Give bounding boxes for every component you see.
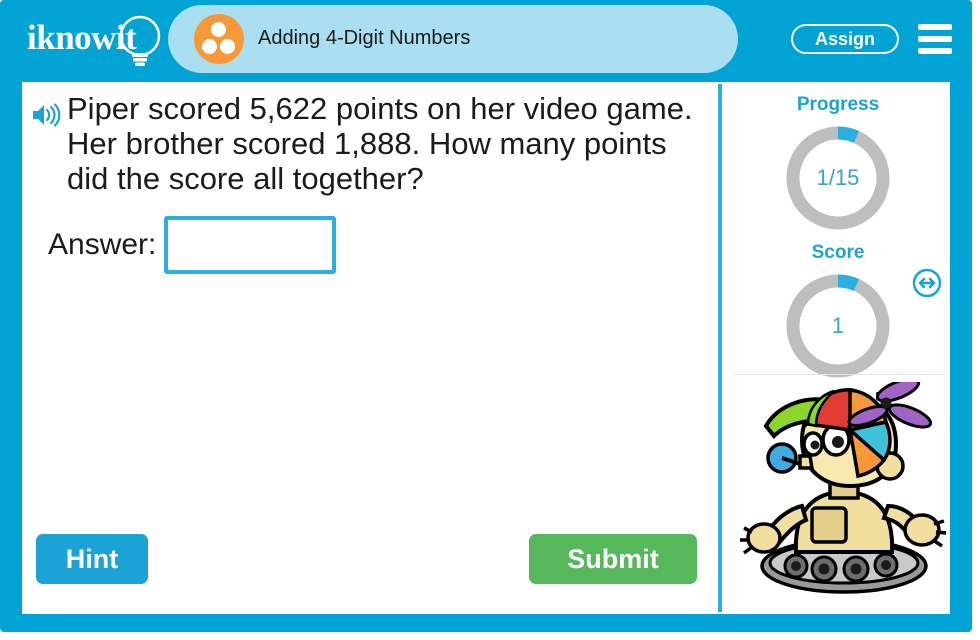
iknowit-logo[interactable]: iknowit [22,10,172,68]
answer-row: Answer: [48,216,337,274]
question-text: Piper scored 5,622 points on her video g… [67,91,693,196]
progress-ring: 1/15 [782,122,894,234]
lesson-tab: Adding 4-Digit Numbers [168,5,738,73]
three-dots-circle-icon [194,14,244,64]
hint-button[interactable]: Hint [36,534,148,584]
submit-button[interactable]: Submit [529,534,697,584]
menu-bar-1 [918,24,952,30]
menu-bar-2 [918,36,952,42]
progress-label: Progress [796,94,880,115]
score-label: Score [811,242,865,263]
speaker-audio-icon[interactable] [30,101,62,129]
answer-input[interactable] [164,216,337,274]
progress-meter: Progress 1/15 [726,94,950,234]
menu-bar-3 [918,48,952,54]
dot-left [202,39,217,54]
activity-window: iknowit Adding 4-Digit Numbers Assign Pi… [0,0,980,640]
score-value: 1 [831,313,845,338]
dot-top [211,22,226,37]
progress-value: 1/15 [816,165,860,190]
lightbulb-icon [119,15,161,66]
score-ring: 1 [782,270,894,382]
sidebar: Progress 1/15 Score 1 [726,82,950,614]
column-divider [718,84,722,612]
dot-right [220,39,235,54]
robot-mascot-propeller-hat [740,382,947,594]
app-header: iknowit Adding 4-Digit Numbers Assign [0,0,972,78]
lesson-title: Adding 4-Digit Numbers [258,27,471,49]
resize-horizontal-arrows-icon[interactable] [912,268,942,298]
score-meter: Score 1 [726,242,950,382]
answer-label: Answer: [48,228,157,261]
question-area: Piper scored 5,622 points on her video g… [22,82,718,614]
hamburger-menu-icon[interactable] [918,24,952,54]
content-panel: Piper scored 5,622 points on her video g… [22,82,950,614]
assign-button[interactable]: Assign [791,24,899,54]
sidebar-divider [734,374,944,375]
